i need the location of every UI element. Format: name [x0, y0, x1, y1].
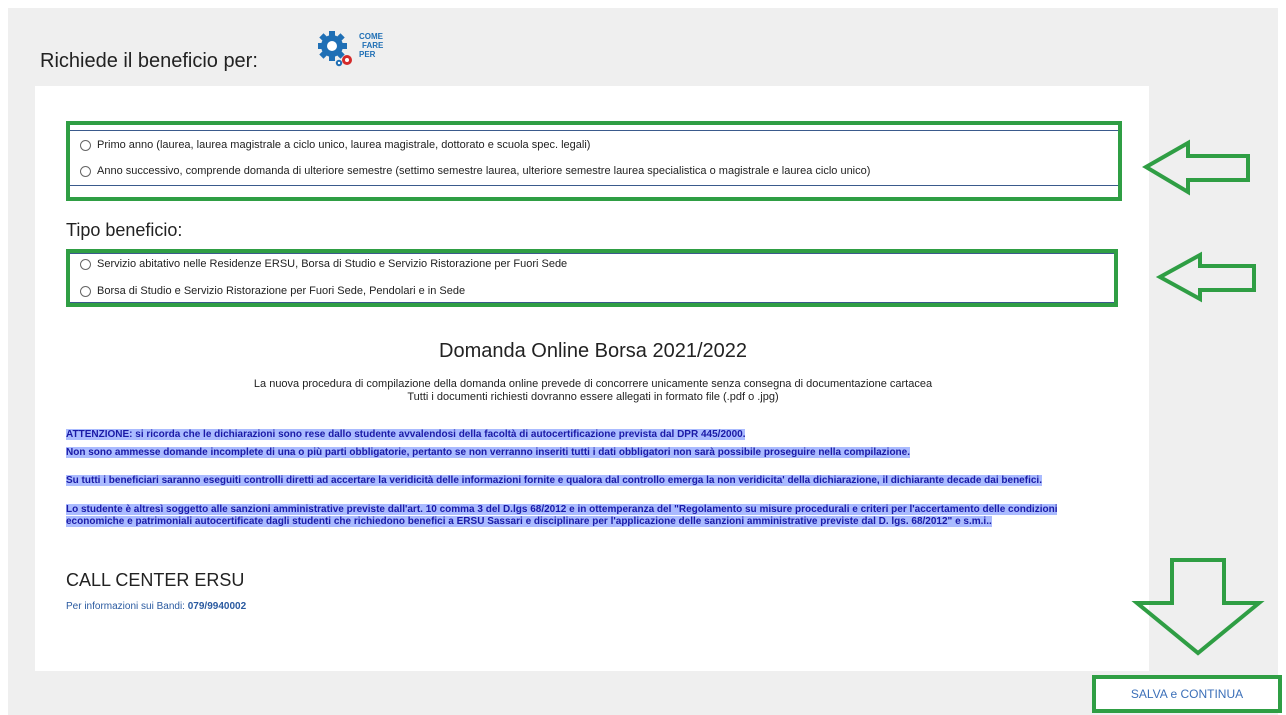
- domanda-title: Domanda Online Borsa 2021/2022: [439, 340, 747, 362]
- call-center-info: Per informazioni sui Bandi: 079/9940002: [66, 601, 246, 612]
- tipo-beneficio-title: Tipo beneficio:: [66, 220, 183, 240]
- notice-controlli: Su tutti i beneficiari saranno eseguiti …: [66, 475, 1042, 486]
- radio-servizio-abitativo[interactable]: [80, 258, 91, 270]
- beneficio-per-highlight: [66, 121, 1122, 201]
- domanda-intro-1: La nuova procedura di compilazione della…: [253, 378, 933, 390]
- down-arrow-icon: [1131, 558, 1265, 656]
- help-icon-text-3: PER: [359, 50, 376, 59]
- help-icon-text-2: FARE: [362, 41, 384, 50]
- call-center-label: Per informazioni sui Bandi:: [66, 601, 185, 612]
- option-borsa-di-studio-label: Borsa di Studio e Servizio Ristorazione …: [97, 285, 466, 297]
- option-borsa-di-studio[interactable]: Borsa di Studio e Servizio Ristorazione …: [80, 285, 465, 297]
- left-arrow-icon-2: [1155, 251, 1256, 303]
- beneficio-per-top-rule: [70, 130, 1118, 131]
- option-anno-successivo-label: Anno successivo, comprende domanda di ul…: [97, 165, 871, 177]
- notice-domande-incomplete: Non sono ammesse domande incomplete di u…: [66, 447, 911, 458]
- radio-primo-anno[interactable]: [80, 139, 91, 151]
- tipo-beneficio-top-rule: [70, 253, 1114, 254]
- option-servizio-abitativo-label: Servizio abitativo nelle Residenze ERSU,…: [97, 258, 568, 270]
- beneficio-per-bottom-rule: [70, 185, 1118, 186]
- call-center-title: CALL CENTER ERSU: [66, 570, 245, 590]
- come-fare-per-help-icon[interactable]: COME FARE PER: [318, 30, 388, 68]
- domanda-intro-2: Tutti i documenti richiesti dovranno ess…: [407, 391, 779, 403]
- help-icon-text-1: COME: [359, 32, 384, 41]
- notice-attenzione: ATTENZIONE: si ricorda che le dichiarazi…: [66, 429, 746, 440]
- option-anno-successivo[interactable]: Anno successivo, comprende domanda di ul…: [80, 165, 870, 177]
- left-arrow-icon: [1142, 139, 1250, 196]
- tipo-beneficio-bottom-rule: [70, 302, 1114, 303]
- page-title: Richiede il beneficio per:: [40, 50, 258, 72]
- radio-anno-successivo[interactable]: [80, 165, 91, 177]
- save-and-continue-button[interactable]: SALVA e CONTINUA: [1092, 675, 1282, 713]
- call-center-phone: 079/9940002: [187, 601, 247, 612]
- notice-sanzioni: Lo studente è altresì soggetto alle sanz…: [66, 504, 1058, 527]
- radio-borsa-di-studio[interactable]: [80, 285, 91, 297]
- option-primo-anno-label: Primo anno (laurea, laurea magistrale a …: [97, 139, 591, 151]
- option-servizio-abitativo[interactable]: Servizio abitativo nelle Residenze ERSU,…: [80, 258, 567, 270]
- option-primo-anno[interactable]: Primo anno (laurea, laurea magistrale a …: [80, 139, 590, 151]
